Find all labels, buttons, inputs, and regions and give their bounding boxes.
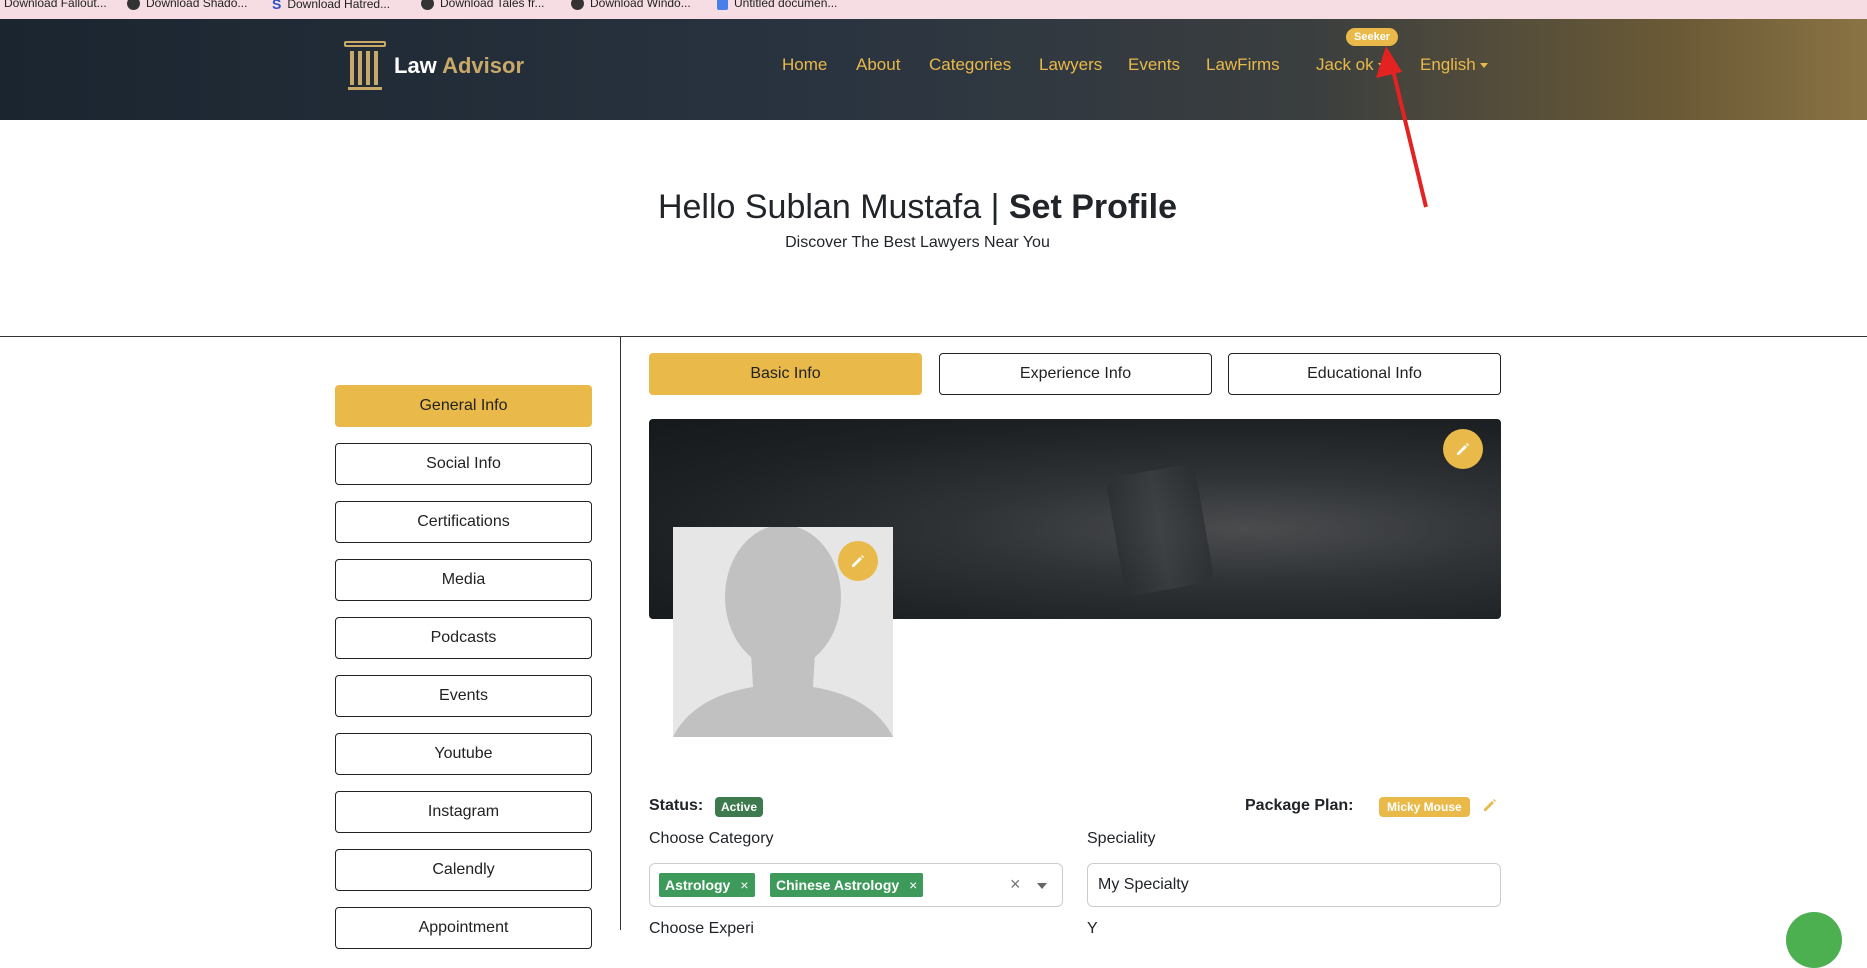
tab-experience-info[interactable]: Experience Info	[939, 353, 1212, 395]
years-label: Y	[1087, 920, 1098, 937]
nav-lawfirms[interactable]: LawFirms	[1206, 55, 1280, 75]
sidebar-item-youtube[interactable]: Youtube	[335, 733, 592, 775]
remove-chip-icon[interactable]: ×	[909, 877, 917, 893]
category-label: Choose Category	[649, 830, 774, 847]
bookmark-item[interactable]: S Download Hatred...	[272, 0, 390, 12]
tab-educational-info[interactable]: Educational Info	[1228, 353, 1501, 395]
tab-basic-info[interactable]: Basic Info	[649, 353, 922, 395]
sidebar-item-media[interactable]: Media	[335, 559, 592, 601]
bookmark-label: Download Windo...	[590, 0, 691, 10]
pencil-icon	[1484, 799, 1496, 811]
chevron-down-icon	[1377, 63, 1386, 69]
bookmarks-bar: Download Fallout... Download Shado... SD…	[0, 0, 1867, 19]
category-select[interactable]: Astrology × Chinese Astrology × ×	[649, 863, 1063, 907]
bookmark-label: Download Hatred...	[287, 0, 391, 11]
pencil-icon	[1457, 443, 1469, 455]
category-chip: Chinese Astrology ×	[770, 873, 924, 897]
speciality-input[interactable]	[1087, 863, 1501, 907]
bookmark-item[interactable]: Download Windo...	[571, 0, 691, 10]
edit-cover-button[interactable]	[1443, 429, 1483, 469]
user-name: Jack ok	[1316, 55, 1374, 74]
divider	[620, 336, 621, 930]
globe-icon	[127, 0, 140, 10]
site-header: Law Advisor Home About Categories Lawyer…	[0, 19, 1867, 120]
role-badge: Seeker	[1346, 28, 1399, 46]
speciality-label: Speciality	[1087, 830, 1156, 847]
bookmark-label: Download Tales fr...	[440, 0, 545, 10]
bookmark-item[interactable]: Download Shado...	[127, 0, 247, 10]
nav-about[interactable]: About	[856, 55, 900, 75]
sidebar-item-calendly[interactable]: Calendly	[335, 849, 592, 891]
status-label: Status:	[649, 797, 704, 814]
sidebar-item-events[interactable]: Events	[335, 675, 592, 717]
package-plan-label: Package Plan:	[1245, 797, 1354, 814]
category-chip: Astrology ×	[659, 873, 755, 897]
user-menu-toggle[interactable]: Jack ok	[1316, 55, 1386, 75]
remove-chip-icon[interactable]: ×	[740, 877, 748, 893]
globe-icon	[421, 0, 434, 10]
page-title: Hello Sublan Mustafa | Set Profile	[657, 188, 1178, 226]
doc-icon	[717, 0, 728, 10]
site-logo[interactable]: Law Advisor	[342, 37, 524, 95]
sidebar-item-instagram[interactable]: Instagram	[335, 791, 592, 833]
bookmark-label: Untitled documen...	[734, 0, 838, 10]
bookmark-label: Download Fallout...	[4, 0, 107, 10]
chat-button[interactable]	[1786, 912, 1842, 968]
status-badge: Active	[715, 797, 764, 817]
bookmark-item[interactable]: Download Tales fr...	[421, 0, 545, 10]
bookmark-item[interactable]: Untitled documen...	[717, 0, 837, 10]
chevron-down-icon[interactable]	[1037, 883, 1047, 889]
nav-home[interactable]: Home	[782, 55, 827, 75]
nav-lawyers[interactable]: Lawyers	[1039, 55, 1102, 75]
edit-avatar-button[interactable]	[838, 541, 878, 581]
sidebar-item-appointment[interactable]: Appointment	[335, 907, 592, 949]
s-icon: S	[272, 0, 282, 12]
logo-text: Law Advisor	[394, 53, 525, 78]
language-label: English	[1420, 55, 1476, 74]
page-subtitle: Discover The Best Lawyers Near You	[785, 234, 1050, 251]
divider	[0, 336, 1867, 337]
pencil-icon	[852, 555, 864, 567]
language-menu-toggle[interactable]: English	[1420, 55, 1488, 75]
nav-categories[interactable]: Categories	[929, 55, 1011, 75]
clear-icon[interactable]: ×	[1010, 874, 1021, 895]
bookmark-label: Download Shado...	[146, 0, 248, 10]
sidebar-item-general-info[interactable]: General Info	[335, 385, 592, 427]
package-plan-badge: Micky Mouse	[1379, 797, 1470, 817]
sidebar-item-social-info[interactable]: Social Info	[335, 443, 592, 485]
pillar-logo-icon	[342, 37, 388, 95]
sidebar-item-certifications[interactable]: Certifications	[335, 501, 592, 543]
bookmark-item[interactable]: Download Fallout...	[4, 0, 107, 10]
globe-icon	[571, 0, 584, 10]
edit-package-button[interactable]	[1482, 797, 1498, 818]
sidebar-item-podcasts[interactable]: Podcasts	[335, 617, 592, 659]
nav-events[interactable]: Events	[1128, 55, 1180, 75]
chevron-down-icon	[1479, 63, 1488, 69]
experience-label: Choose Experi	[649, 920, 754, 937]
